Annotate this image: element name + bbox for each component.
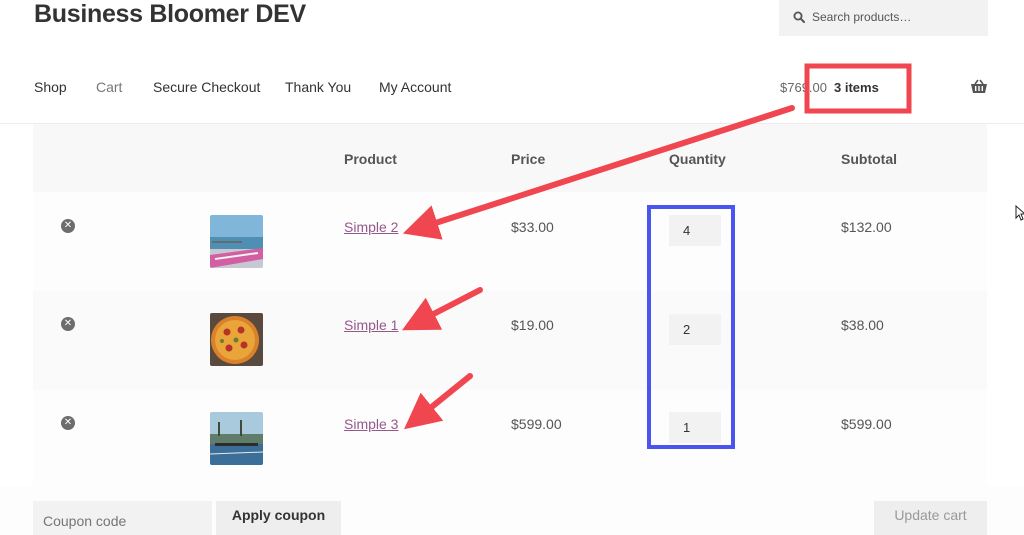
product-subtotal: $132.00 [841, 219, 892, 235]
quantity-input[interactable] [669, 412, 721, 443]
header-product: Product [344, 151, 397, 167]
search-icon [793, 11, 805, 23]
quantity-input[interactable] [669, 314, 721, 345]
nav-item-cart[interactable]: Cart [96, 79, 122, 95]
header-cart-total[interactable]: $769.00 [780, 80, 827, 95]
table-row: ✕ Simple 3 $599.00 $599.00 [33, 390, 987, 489]
search-input[interactable]: Search products… [812, 10, 911, 24]
nav-item-my-account[interactable]: My Account [379, 79, 451, 95]
product-price: $33.00 [511, 219, 554, 235]
product-subtotal: $599.00 [841, 416, 892, 432]
search-box[interactable]: Search products… [779, 0, 988, 36]
table-header: Product Price Quantity Subtotal [33, 124, 987, 192]
product-subtotal: $38.00 [841, 317, 884, 333]
site-title[interactable]: Business Bloomer DEV [34, 0, 306, 29]
cursor-icon [1015, 205, 1024, 221]
header-subtotal: Subtotal [841, 151, 897, 167]
nav-item-secure-checkout[interactable]: Secure Checkout [153, 79, 260, 95]
apply-coupon-button[interactable]: Apply coupon [216, 501, 341, 535]
header-quantity: Quantity [669, 151, 726, 167]
remove-icon[interactable]: ✕ [61, 317, 75, 331]
table-row: ✕ Simple 2 $33.00 $132.00 [33, 192, 987, 291]
product-thumbnail[interactable] [210, 412, 263, 465]
nav-item-thank-you[interactable]: Thank You [285, 79, 351, 95]
product-price: $19.00 [511, 317, 554, 333]
coupon-code-input[interactable] [33, 501, 212, 535]
update-cart-button[interactable]: Update cart [874, 501, 987, 535]
header-cart-count[interactable]: 3 items [834, 80, 879, 95]
product-price: $599.00 [511, 416, 562, 432]
remove-icon[interactable]: ✕ [61, 219, 75, 233]
product-link-simple-2[interactable]: Simple 2 [344, 219, 398, 235]
product-link-simple-3[interactable]: Simple 3 [344, 416, 398, 432]
nav-item-shop[interactable]: Shop [34, 79, 67, 95]
header-price: Price [511, 151, 546, 167]
product-link-simple-1[interactable]: Simple 1 [344, 317, 398, 333]
product-thumbnail[interactable] [210, 313, 263, 366]
table-row: ✕ Simple 1 $19.00 $38.00 [33, 291, 987, 390]
basket-icon[interactable] [970, 79, 988, 95]
remove-icon[interactable]: ✕ [61, 416, 75, 430]
quantity-input[interactable] [669, 215, 721, 246]
product-thumbnail[interactable] [210, 215, 263, 268]
cart-actions: Apply coupon Update cart [0, 486, 1024, 535]
